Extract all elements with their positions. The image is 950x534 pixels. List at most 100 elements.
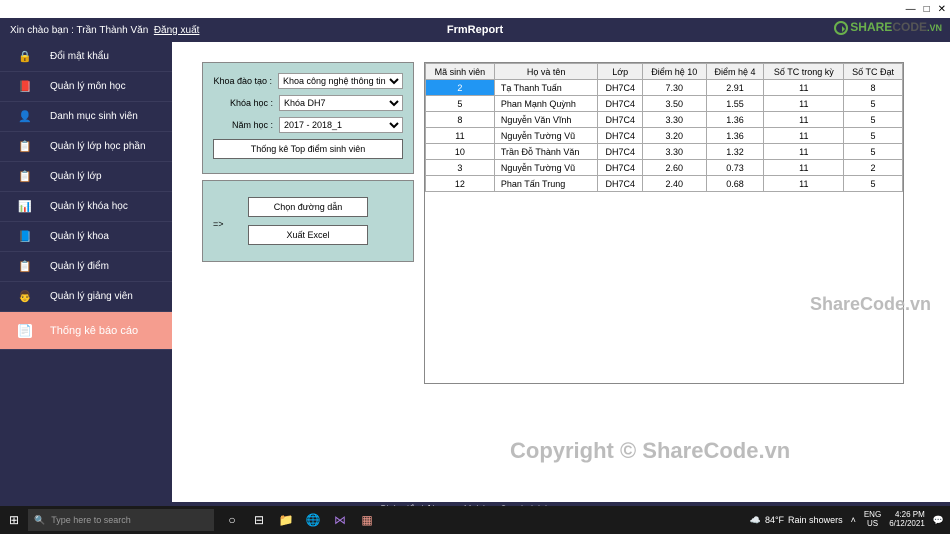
table-row[interactable]: 10Trần Đỗ Thành VănDH7C43.301.32115 xyxy=(426,144,903,160)
table-header[interactable]: Mã sinh viên xyxy=(426,64,495,80)
table-cell: DH7C4 xyxy=(598,144,643,160)
sidebar-label: Quản lý khoa xyxy=(50,231,109,242)
weather-temp: 84°F xyxy=(765,515,784,525)
sidebar-icon: 📋 xyxy=(18,140,32,154)
weather-text: Rain showers xyxy=(788,515,843,525)
table-row[interactable]: 3Nguyễn Tường VũDH7C42.600.73112 xyxy=(426,160,903,176)
language-indicator[interactable]: ENGUS xyxy=(864,511,881,529)
search-icon: 🔍 xyxy=(34,515,45,526)
export-panel: Chọn đường dẫn => Xuất Excel xyxy=(202,180,414,262)
table-cell: DH7C4 xyxy=(598,176,643,192)
sidebar-item-6[interactable]: 📘 Quản lý khoa xyxy=(0,222,172,252)
vs-icon[interactable]: ⋈ xyxy=(328,508,352,532)
sidebar-label: Danh mục sinh viên xyxy=(50,111,138,122)
table-cell: 11 xyxy=(764,128,844,144)
table-cell: DH7C4 xyxy=(598,160,643,176)
select-khoa[interactable]: Khoa công nghệ thông tin xyxy=(278,73,403,89)
sidebar-label: Quản lý lớp xyxy=(50,171,102,182)
sidebar-item-9[interactable]: 📄 Thống kê báo cáo xyxy=(0,312,172,350)
sidebar-item-4[interactable]: 📋 Quản lý lớp xyxy=(0,162,172,192)
notifications-icon[interactable]: 💬 xyxy=(933,515,944,526)
greeting-prefix: Xin chào bạn : xyxy=(10,25,77,36)
start-button[interactable]: ⊞ xyxy=(0,513,28,527)
sidebar-item-3[interactable]: 📋Quản lý lớp học phần xyxy=(0,132,172,162)
task-view-icon[interactable]: ⊟ xyxy=(247,508,271,532)
table-row[interactable]: 2Tạ Thanh TuấnDH7C47.302.91118 xyxy=(426,80,903,96)
search-placeholder: Type here to search xyxy=(51,515,131,525)
table-cell: 11 xyxy=(764,176,844,192)
table-header[interactable]: Họ và tên xyxy=(494,64,598,80)
taskbar-search[interactable]: 🔍 Type here to search xyxy=(28,509,214,531)
table-cell: Phan Mạnh Quỳnh xyxy=(494,96,598,112)
table-cell: Nguyễn Tường Vũ xyxy=(494,160,598,176)
close-button[interactable]: ✕ xyxy=(938,4,946,15)
table-cell: 5 xyxy=(844,144,903,160)
table-cell: 5 xyxy=(426,96,495,112)
table-cell: 0.68 xyxy=(706,176,764,192)
sidebar-item-5[interactable]: 📊Quản lý khóa học xyxy=(0,192,172,222)
export-excel-button[interactable]: Xuất Excel xyxy=(248,225,368,245)
greeting: Xin chào bạn : Trần Thành Văn Đăng xuất xyxy=(0,25,199,36)
sidebar-item-2[interactable]: 👤 Danh mục sinh viên xyxy=(0,102,172,132)
sidebar-item-0[interactable]: 🔒Đổi mật khẩu xyxy=(0,42,172,72)
sidebar-icon: 📕 xyxy=(18,80,32,94)
edge-icon[interactable]: 🌐 xyxy=(301,508,325,532)
weather-widget[interactable]: ☁️ 84°F Rain showers xyxy=(750,515,843,526)
data-table-container: Mã sinh viênHọ và tênLớpĐiểm hệ 10Điểm h… xyxy=(424,62,904,384)
table-cell: 3.50 xyxy=(642,96,706,112)
sidebar-icon: 👤 xyxy=(18,110,32,124)
table-cell: 2.40 xyxy=(642,176,706,192)
table-header[interactable]: Số TC trong kỳ xyxy=(764,64,844,80)
explorer-icon[interactable]: 📁 xyxy=(274,508,298,532)
sidebar-item-8[interactable]: 👨Quản lý giảng viên xyxy=(0,282,172,312)
app-icon[interactable]: ▦ xyxy=(355,508,379,532)
maximize-button[interactable]: □ xyxy=(924,4,930,15)
table-row[interactable]: 5Phan Mạnh QuỳnhDH7C43.501.55115 xyxy=(426,96,903,112)
stats-top-button[interactable]: Thống kê Top điểm sinh viên xyxy=(213,139,403,159)
tray-arrow-icon[interactable]: ˄ xyxy=(851,515,856,525)
sidebar-label: Đổi mật khẩu xyxy=(50,51,109,62)
table-cell: Trần Đỗ Thành Văn xyxy=(494,144,598,160)
cortana-icon[interactable]: ○ xyxy=(220,508,244,532)
select-namhoc[interactable]: 2017 - 2018_1 xyxy=(279,117,403,133)
table-cell: 1.36 xyxy=(706,128,764,144)
table-cell: 1.55 xyxy=(706,96,764,112)
sharecode-logo: SHARECODE.VN xyxy=(834,20,942,35)
minimize-button[interactable]: — xyxy=(906,4,916,15)
table-cell: 0.73 xyxy=(706,160,764,176)
table-cell: Nguyễn Tường Vũ xyxy=(494,128,598,144)
window-controls: — □ ✕ xyxy=(0,0,950,18)
table-header[interactable]: Điểm hệ 4 xyxy=(706,64,764,80)
label-khoa: Khoa đào tạo : xyxy=(213,76,278,86)
sidebar-icon: 📘 xyxy=(18,230,32,244)
table-row[interactable]: 11Nguyễn Tường VũDH7C43.201.36115 xyxy=(426,128,903,144)
sidebar-icon: 📋 xyxy=(18,260,32,274)
table-cell: DH7C4 xyxy=(598,80,643,96)
logout-link[interactable]: Đăng xuất xyxy=(154,25,200,36)
sidebar-icon: 📋 xyxy=(18,170,32,184)
table-cell: Nguyễn Văn Vĩnh xyxy=(494,112,598,128)
label-khoahoc: Khóa học : xyxy=(213,98,279,108)
table-header[interactable]: Điểm hệ 10 xyxy=(642,64,706,80)
arrow-label: => xyxy=(213,219,224,229)
table-cell: 5 xyxy=(844,96,903,112)
table-row[interactable]: 8Nguyễn Văn VĩnhDH7C43.301.36115 xyxy=(426,112,903,128)
table-cell: 5 xyxy=(844,112,903,128)
table-cell: 5 xyxy=(844,176,903,192)
table-header[interactable]: Lớp xyxy=(598,64,643,80)
table-cell: DH7C4 xyxy=(598,96,643,112)
sidebar-label: Thống kê báo cáo xyxy=(50,325,138,337)
watermark-large: Copyright © ShareCode.vn xyxy=(510,438,790,464)
sidebar-item-1[interactable]: 📕Quản lý môn học xyxy=(0,72,172,102)
content-area: Khoa đào tạo : Khoa công nghệ thông tin … xyxy=(172,42,950,502)
select-khoahoc[interactable]: Khóa DH7 xyxy=(279,95,403,111)
taskbar-clock[interactable]: 4:26 PM6/12/2021 xyxy=(889,511,925,529)
table-cell: 11 xyxy=(764,144,844,160)
sidebar-icon: 📄 xyxy=(18,324,32,338)
choose-path-button[interactable]: Chọn đường dẫn xyxy=(248,197,368,217)
table-row[interactable]: 12Phan Tấn TrungDH7C42.400.68115 xyxy=(426,176,903,192)
table-header[interactable]: Số TC Đạt xyxy=(844,64,903,80)
weather-icon: ☁️ xyxy=(750,515,761,526)
sidebar-item-7[interactable]: 📋 Quản lý điểm xyxy=(0,252,172,282)
sidebar-label: Quản lý điểm xyxy=(50,261,109,272)
